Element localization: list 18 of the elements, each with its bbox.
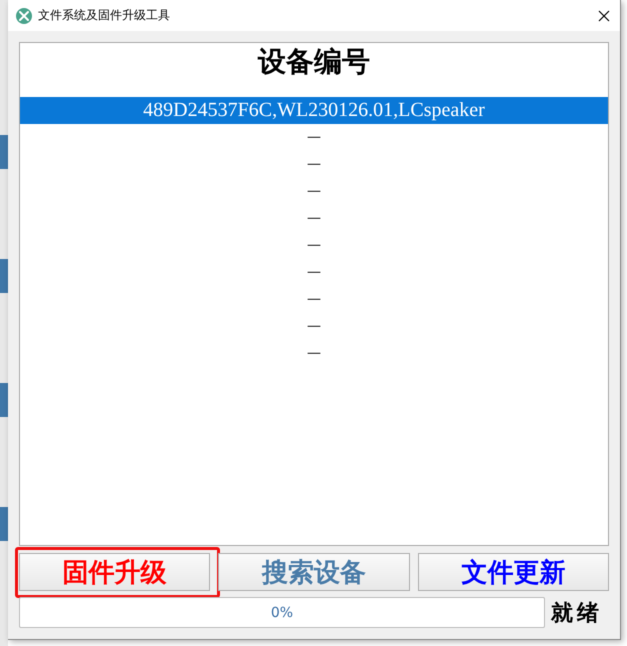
close-icon[interactable] (598, 10, 610, 22)
device-row[interactable]: — (20, 313, 608, 340)
action-button[interactable]: 固件升级 (19, 553, 210, 591)
device-row[interactable]: 489D24537F6C,WL230126.01,LCspeaker (20, 97, 608, 124)
device-row[interactable]: — (20, 232, 608, 259)
action-button[interactable]: 搜索设备 (218, 553, 410, 591)
device-row[interactable]: — (20, 340, 608, 367)
device-row[interactable]: — (20, 178, 608, 205)
device-row[interactable]: — (20, 124, 608, 151)
device-row[interactable]: — (20, 151, 608, 178)
device-row[interactable]: — (20, 205, 608, 232)
list-heading: 设备编号 (258, 44, 370, 80)
action-button[interactable]: 文件更新 (418, 553, 609, 591)
device-row[interactable]: — (20, 259, 608, 286)
progress-text: 0% (270, 604, 294, 620)
window-title: 文件系统及固件升级工具 (38, 7, 171, 24)
device-row[interactable]: — (20, 286, 608, 313)
status-label: 就绪 (551, 598, 603, 628)
